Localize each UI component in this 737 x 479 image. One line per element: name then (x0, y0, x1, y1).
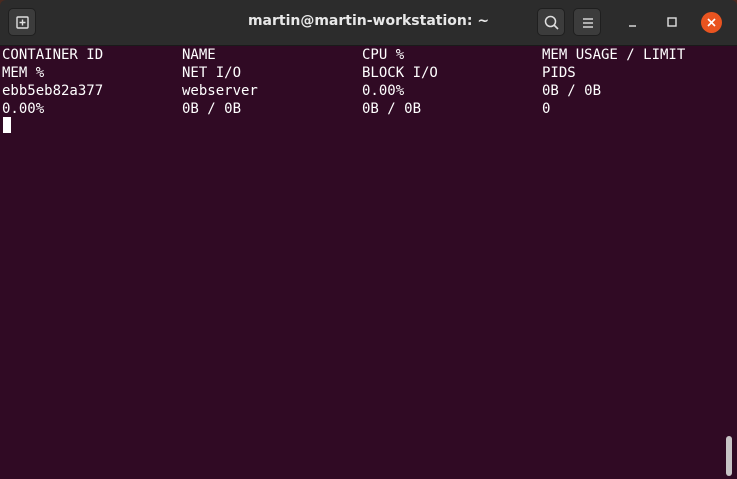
container-id: ebb5eb82a377 (2, 83, 104, 99)
mem-percent-value: 0.00% (2, 101, 45, 117)
minimize-button[interactable] (623, 12, 643, 32)
header-line-2: MEM % NET I/O BLOCK I/O PIDS (2, 64, 722, 82)
data-line-1: ebb5eb82a377 webserver 0.00% 0B / 0B (2, 82, 722, 100)
search-button[interactable] (537, 8, 565, 36)
header-pids: PIDS (542, 65, 576, 81)
minimize-icon (629, 25, 636, 27)
container-name: webserver (182, 83, 258, 99)
maximize-icon (667, 17, 677, 27)
header-mem-usage: MEM USAGE / LIMIT (542, 47, 686, 63)
menu-button[interactable] (573, 8, 601, 36)
header-container-id: CONTAINER ID (2, 47, 104, 63)
mem-usage-value: 0B / 0B (542, 83, 602, 99)
title-bar: martin@martin-workstation: ~ (0, 0, 737, 46)
maximize-button[interactable] (662, 12, 682, 32)
net-io-value: 0B / 0B (182, 101, 242, 117)
data-line-2: 0.00% 0B / 0B 0B / 0B 0 (2, 100, 722, 118)
cpu-value: 0.00% (362, 83, 405, 99)
text-cursor (3, 117, 11, 133)
scrollbar[interactable] (726, 436, 732, 476)
header-line-1: CONTAINER ID NAME CPU % MEM USAGE / LIMI… (2, 46, 722, 64)
hamburger-menu-icon (583, 18, 593, 28)
header-net-io: NET I/O (182, 65, 242, 81)
pids-value: 0 (542, 101, 551, 117)
header-cpu: CPU % (362, 47, 405, 63)
close-icon (707, 18, 716, 27)
header-block-io: BLOCK I/O (362, 65, 438, 81)
search-icon (544, 15, 559, 30)
terminal-output[interactable]: CONTAINER ID NAME CPU % MEM USAGE / LIMI… (0, 46, 737, 479)
header-mem-percent: MEM % (2, 65, 45, 81)
block-io-value: 0B / 0B (362, 101, 422, 117)
close-button[interactable] (701, 12, 722, 33)
header-name: NAME (182, 47, 216, 63)
terminal-window: martin@martin-workstation: ~ CONTAINER I… (0, 0, 737, 479)
